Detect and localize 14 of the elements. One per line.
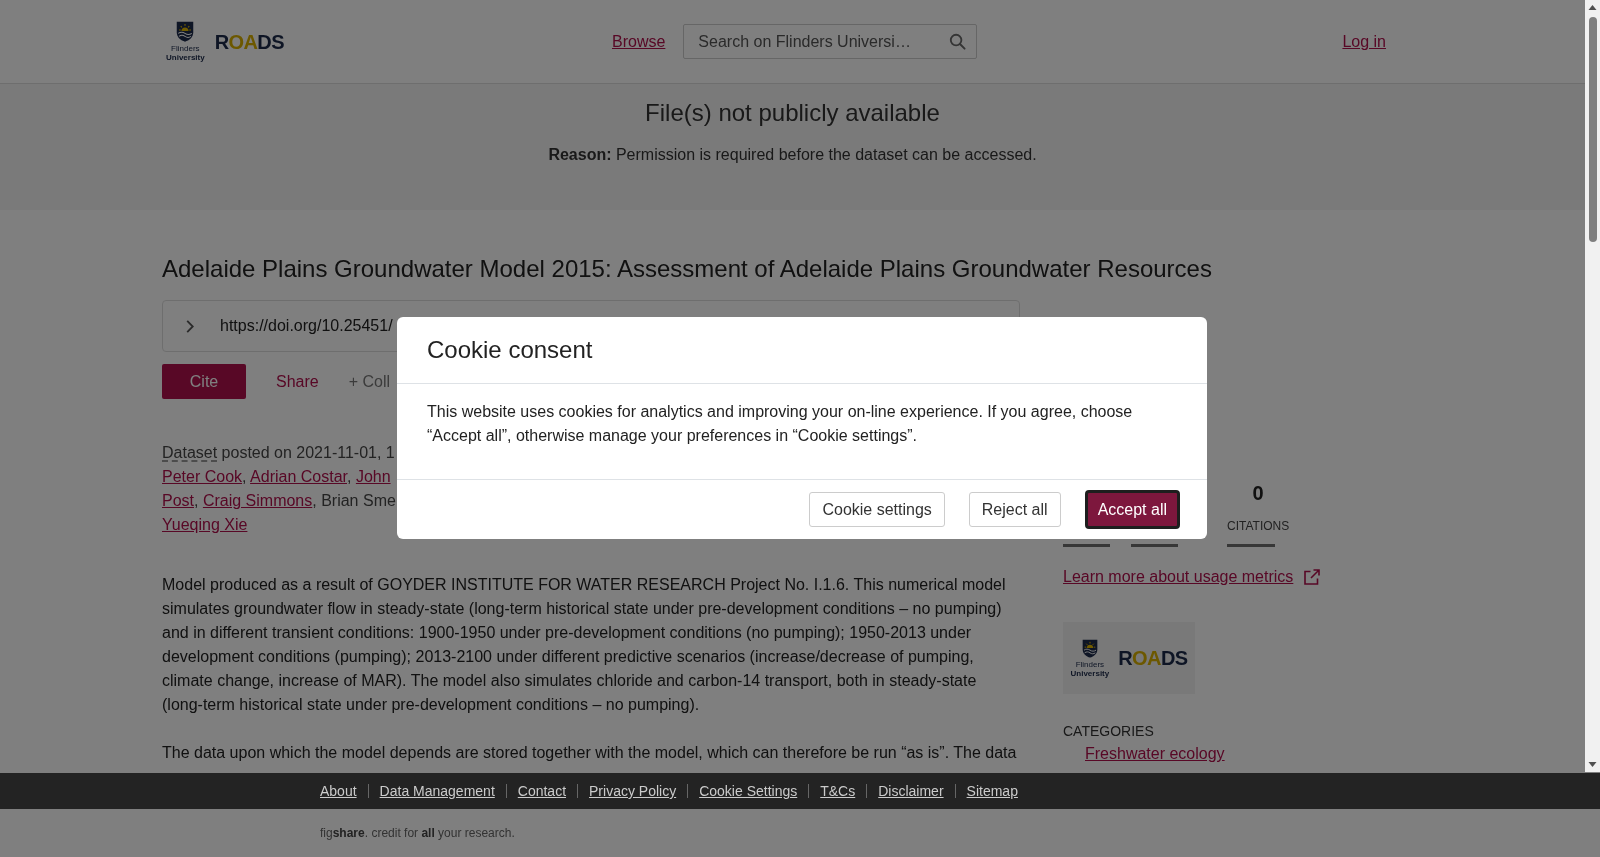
notice-reason: Reason: Permission is required before the dataset can be accessed. — [548, 145, 1037, 165]
metric-value: 0 — [1252, 481, 1264, 505]
metric-label: CITATIONS — [1227, 518, 1290, 534]
description-paragraph: The data upon which the model depends are stored together with the model, which can therefore be run “as is”. The data — [162, 743, 1018, 763]
repository-wordmark: ROADS — [1118, 648, 1188, 668]
categories-heading: CATEGORIES — [1063, 722, 1154, 740]
notice-title: File(s) not publicly available — [645, 99, 940, 127]
dialog-message: This website uses cookies for analytics and improving your on-line experience. If you agree, choose “Accept all”, otherwise manage your preferences in “Cookie settings”. — [427, 402, 1134, 446]
university-name: Flinders University — [1070, 659, 1110, 678]
doi-text: https://doi.org/10.25451/ — [220, 316, 393, 336]
record-title: Adelaide Plains Groundwater Model 2015: Assessment of Adelaide Plains Groundwater Resources — [162, 255, 1212, 283]
dialog-title: Cookie consent — [427, 335, 593, 365]
description-paragraph: Model produced as a result of GOYDER INSTITUTE FOR WATER RESEARCH Project No. I.1.6. This numerical model simulates groundwater flow in steady-state (long-term historical state under pre-development conditions – no pumping) and in different transient conditions: 1900-1950 under pre-development conditions (no pumping); 1950-2013 under development conditions (pumping); 2013-2100 under different predictive scenarios (increase/decrease of pumping, climate change, increase of MAR). The model also simulates chloride and carbon-14 transport, both in steady-state (long-term historical state under pre-development conditions – no pumping). — [162, 575, 1007, 715]
footer-tagline: figshare. credit for all your research. — [320, 825, 515, 841]
